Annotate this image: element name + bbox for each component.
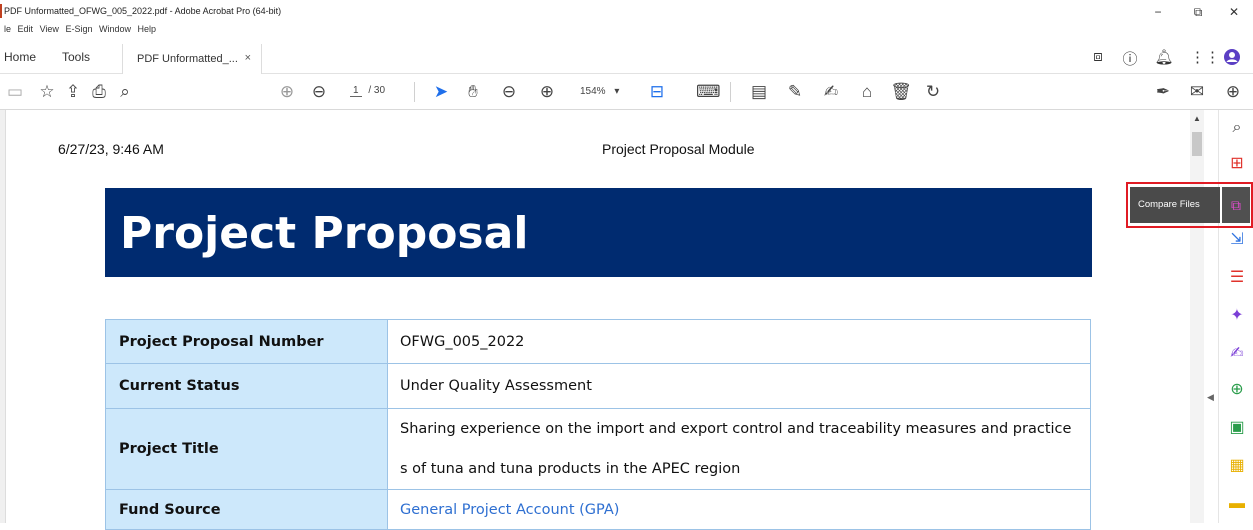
sign-icon[interactable]: ✒︎: [1152, 82, 1174, 102]
tab-tools[interactable]: Tools: [62, 50, 90, 64]
scan-ocr-icon[interactable]: ▣: [1227, 418, 1247, 438]
left-panel-edge[interactable]: [0, 110, 6, 523]
upload-cloud-icon[interactable]: ⇪: [62, 82, 84, 102]
export-pdf-icon[interactable]: ⇲: [1227, 230, 1247, 250]
stamp-icon[interactable]: ⌂: [856, 82, 878, 102]
menu-view[interactable]: View: [40, 24, 59, 34]
create-pdf-icon[interactable]: ⊞: [1227, 154, 1247, 174]
row-value-cell: General Project Account (GPA): [387, 489, 1091, 530]
account-avatar-icon[interactable]: [1222, 48, 1242, 70]
prev-page-icon[interactable]: ⊕: [276, 82, 298, 102]
scroll-thumb[interactable]: [1192, 132, 1202, 156]
zoom-out-icon[interactable]: ⊖: [498, 82, 520, 102]
tab-document[interactable]: PDF Unformatted_... ×: [122, 44, 262, 74]
tab-home[interactable]: Home: [4, 50, 36, 64]
highlight-pen-icon[interactable]: ✎: [784, 82, 806, 102]
toolbar-separator: [730, 82, 731, 102]
delete-icon[interactable]: 🗑︎: [890, 82, 912, 102]
comment-icon[interactable]: ▤: [748, 82, 770, 102]
menu-edit[interactable]: Edit: [18, 24, 34, 34]
select-tool-icon[interactable]: ➤: [430, 82, 452, 102]
notifications-icon[interactable]: 🔔︎: [1154, 48, 1174, 66]
page-current[interactable]: 1: [350, 85, 362, 97]
apps-grid-icon[interactable]: ⋮⋮: [1190, 48, 1220, 66]
fill-sign-icon[interactable]: ✍︎: [1227, 344, 1247, 364]
row-key: Current Status: [105, 363, 388, 409]
table-row: Project Proposal Number OFWG_005_2022: [105, 319, 1091, 364]
module-header: Project Proposal Module: [602, 141, 755, 157]
menu-help[interactable]: Help: [138, 24, 157, 34]
row-key: Fund Source: [105, 489, 388, 530]
window-title: PDF Unformatted_OFWG_005_2022.pdf - Adob…: [4, 6, 282, 16]
organize-pages-icon[interactable]: ☰: [1227, 268, 1247, 288]
protect-icon[interactable]: ⊕: [1227, 380, 1247, 400]
menu-esign[interactable]: E-Sign: [65, 24, 92, 34]
collapse-panel-icon[interactable]: ◀: [1207, 392, 1214, 403]
draw-icon[interactable]: ✍︎: [820, 82, 842, 102]
compare-files-icon[interactable]: ⧉: [1222, 187, 1250, 223]
rotate-icon[interactable]: ↻: [922, 82, 944, 102]
menu-bar: le Edit View E-Sign Window Help: [0, 24, 900, 40]
tab-close-icon[interactable]: ×: [245, 52, 251, 64]
email-icon[interactable]: ✉︎: [1186, 82, 1208, 102]
search-icon[interactable]: ⌕: [114, 82, 136, 102]
comment-tool-icon[interactable]: ▬: [1227, 494, 1247, 514]
proposal-table: Project Proposal Number OFWG_005_2022 Cu…: [105, 319, 1091, 530]
hand-tool-icon[interactable]: ✋︎: [462, 82, 484, 102]
vertical-scrollbar[interactable]: ▲: [1190, 110, 1204, 523]
project-title-line1: Sharing experience on the import and exp…: [400, 421, 1072, 437]
project-title-line2: s of tuna and tuna products in the APEC …: [400, 461, 741, 477]
zoom-select[interactable]: 154% ▾: [580, 86, 619, 97]
edit-pdf-icon[interactable]: ▦: [1227, 456, 1247, 476]
zoom-search-icon[interactable]: ⌕: [1227, 118, 1247, 138]
zoom-in-icon[interactable]: ⊕: [536, 82, 558, 102]
fund-source-link[interactable]: General Project Account (GPA): [400, 502, 619, 518]
share-user-icon[interactable]: ⊕: [1222, 82, 1244, 102]
close-button[interactable]: ✕: [1226, 5, 1242, 19]
menu-file[interactable]: le: [4, 24, 11, 34]
share-screen-icon[interactable]: ⧈: [1088, 48, 1108, 65]
minimize-button[interactable]: −: [1150, 5, 1166, 19]
tab-bar: Home Tools PDF Unformatted_... × ⧈ ⓘ 🔔︎ …: [0, 40, 1253, 74]
compare-files-highlight: Compare Files ⧉: [1126, 182, 1253, 228]
right-tools-panel: ⌕ ⊞ ⇲ ☰ ✦ ✍︎ ⊕ ▣ ▦ ▬: [1218, 110, 1253, 523]
row-value: Under Quality Assessment: [387, 363, 1091, 409]
table-row: Current Status Under Quality Assessment: [105, 363, 1091, 409]
print-icon[interactable]: ⎙: [88, 82, 110, 102]
row-value: Sharing experience on the import and exp…: [387, 408, 1091, 490]
bookmark-star-icon[interactable]: ☆: [36, 82, 58, 102]
help-icon[interactable]: ⓘ: [1120, 48, 1140, 69]
tab-document-label: PDF Unformatted_...: [137, 53, 238, 65]
table-row: Fund Source General Project Account (GPA…: [105, 489, 1091, 530]
banner-title: Project Proposal: [120, 208, 529, 259]
scroll-up-icon[interactable]: ▲: [1193, 114, 1201, 123]
row-key: Project Title: [105, 408, 388, 490]
table-row: Project Title Sharing experience on the …: [105, 408, 1091, 490]
proposal-banner: Project Proposal: [105, 188, 1092, 277]
row-key: Project Proposal Number: [105, 319, 388, 364]
app-accent: [0, 4, 2, 18]
save-icon[interactable]: ▭: [4, 82, 26, 102]
compare-files-tooltip: Compare Files: [1130, 187, 1220, 223]
page-indicator[interactable]: 1 / 30: [350, 85, 386, 97]
zoom-value: 154%: [580, 86, 606, 97]
keyboard-icon[interactable]: ⌨: [696, 82, 721, 102]
toolbar-separator: [414, 82, 415, 102]
toolbar: ▭ ☆ ⇪ ⎙ ⌕ ⊕ ⊖ 1 / 30 ➤ ✋︎ ⊖ ⊕ 154% ▾ ⊟ ⌨…: [0, 74, 1253, 110]
print-date: 6/27/23, 9:46 AM: [58, 141, 164, 157]
next-page-icon[interactable]: ⊖: [308, 82, 330, 102]
row-value: OFWG_005_2022: [387, 319, 1091, 364]
page-total: / 30: [368, 85, 386, 96]
zoom-chevron-icon: ▾: [614, 86, 620, 97]
title-bar: PDF Unformatted_OFWG_005_2022.pdf - Adob…: [0, 0, 1253, 24]
menu-window[interactable]: Window: [99, 24, 131, 34]
restore-button[interactable]: ⧉: [1190, 5, 1206, 20]
fit-page-icon[interactable]: ⊟: [646, 82, 668, 102]
request-signature-icon[interactable]: ✦: [1227, 306, 1247, 326]
